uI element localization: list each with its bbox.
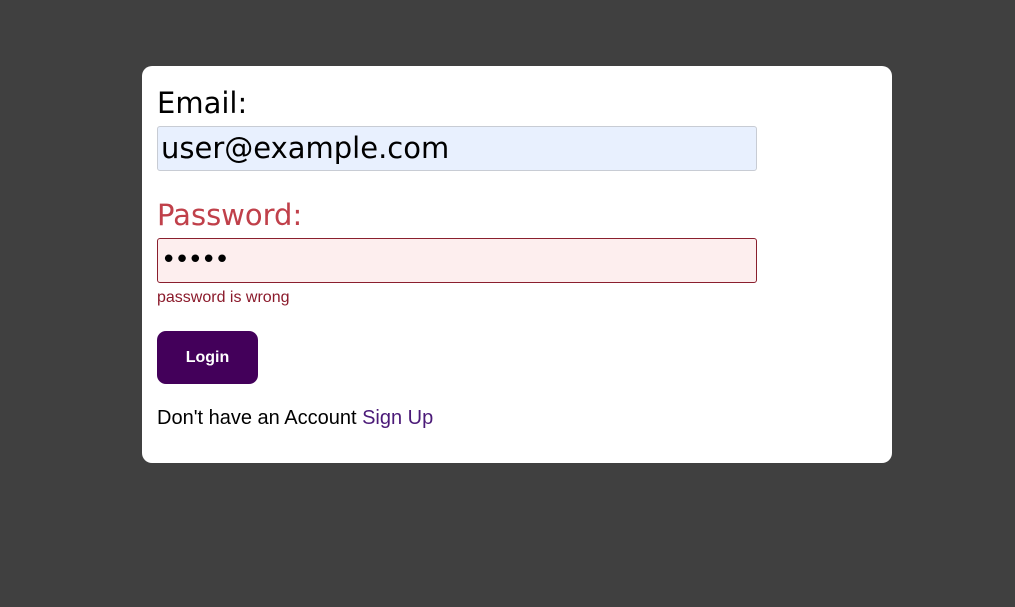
password-error-message: password is wrong: [157, 289, 290, 306]
password-field[interactable]: •••••: [157, 238, 757, 283]
signup-link[interactable]: Sign Up: [362, 407, 433, 429]
login-button[interactable]: Login: [157, 331, 258, 384]
password-label: Password:: [157, 198, 303, 232]
email-label: Email:: [157, 86, 248, 120]
email-field[interactable]: user@example.com: [157, 126, 757, 171]
signup-prompt: Don't have an Account: [157, 407, 363, 429]
signup-row: Don't have an Account Sign Up: [157, 405, 433, 431]
login-card: Email: user@example.com Password: ••••• …: [142, 66, 892, 463]
